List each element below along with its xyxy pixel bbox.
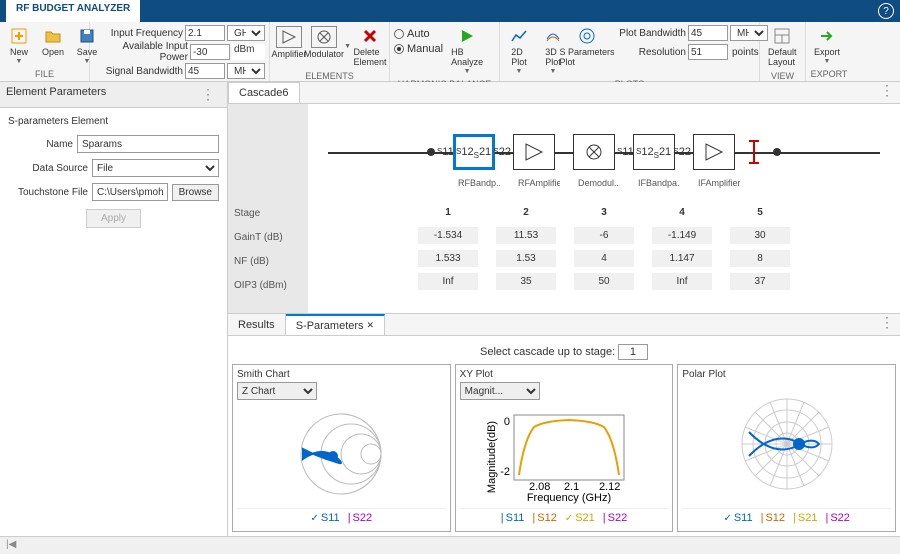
legend-xy-s12[interactable]: |S12 — [532, 512, 556, 524]
node-ifamplifier[interactable] — [693, 134, 735, 170]
file-group-label: FILE — [4, 67, 85, 79]
chain-terminator — [753, 140, 755, 164]
modulator-button[interactable]: Modulator — [308, 24, 340, 61]
node-demodulator[interactable] — [573, 134, 615, 170]
element-parameters-panel: Element Parameters⋮ S-parameters Element… — [0, 82, 228, 536]
node-rfamplifier[interactable] — [513, 134, 555, 170]
sparam-plot-button[interactable]: S Parameters Plot — [572, 24, 602, 69]
titlebar: RF BUDGET ANALYZER ? — [0, 0, 900, 22]
app-title-tab: RF BUDGET ANALYZER — [6, 0, 140, 22]
help-icon[interactable]: ? — [878, 3, 894, 19]
xy-plot-panel: XY Plot Magnit... Magnitude(dB) 0 -2 2.0… — [455, 364, 674, 532]
input-power-field[interactable] — [190, 44, 230, 60]
smith-chart-panel: Smith Chart Z Chart ✓S11|S22 — [232, 364, 451, 532]
touchstone-file-field[interactable] — [92, 183, 168, 201]
cascade-stage-input[interactable] — [618, 344, 648, 360]
svg-text:0: 0 — [504, 416, 510, 428]
legend-polar-s11[interactable]: ✓S11 — [723, 512, 752, 524]
node-rfbandpass[interactable]: S11 S12S21 S22 — [453, 134, 495, 170]
resolution-field[interactable] — [688, 44, 728, 60]
freq-unit-select[interactable]: GHz — [227, 25, 265, 41]
close-icon[interactable]: ✕ — [367, 320, 375, 331]
new-button[interactable]: New▼ — [4, 24, 34, 67]
legend-s22[interactable]: |S22 — [348, 512, 372, 524]
manual-radio[interactable]: Manual — [394, 43, 443, 55]
toolstrip: New▼ Open Save▼ FILE Input FrequencyGHz … — [0, 22, 900, 82]
panel-title: Element Parameters — [6, 86, 106, 103]
chain-end — [773, 148, 781, 156]
data-source-select[interactable]: File — [92, 159, 219, 177]
chain-start — [427, 148, 435, 156]
smith-type-select[interactable]: Z Chart — [237, 382, 317, 400]
bw-unit-select[interactable]: MHz — [227, 63, 265, 79]
legend-xy-s21[interactable]: ✓S21 — [565, 512, 595, 524]
legend-xy-s22[interactable]: |S22 — [603, 512, 627, 524]
legend-polar-s12[interactable]: |S12 — [761, 512, 785, 524]
smith-chart[interactable] — [281, 404, 401, 504]
hb-analyze-button[interactable]: HB Analyze▼ — [447, 24, 487, 77]
input-frequency-field[interactable] — [185, 25, 225, 41]
polar-plot-panel: Polar Plot ✓S11 |S12 |S21 |S — [677, 364, 896, 532]
name-field[interactable] — [77, 135, 219, 153]
delete-element-button[interactable]: Delete Element — [355, 24, 385, 69]
svg-text:Magnitude(dB): Magnitude(dB) — [486, 420, 498, 492]
browse-button[interactable]: Browse — [172, 184, 219, 201]
node-ifbandpass[interactable]: S11 S12S21 S22 — [633, 134, 675, 170]
legend-s11[interactable]: ✓S11 — [311, 512, 340, 524]
svg-text:-2: -2 — [500, 466, 510, 478]
legend-polar-s21[interactable]: |S21 — [793, 512, 817, 524]
cascade-menu-icon[interactable]: ⋮ — [874, 82, 900, 103]
auto-radio[interactable]: Auto — [394, 28, 443, 40]
amplifier-button[interactable]: Amplifier — [274, 24, 304, 61]
legend-polar-s22[interactable]: |S22 — [825, 512, 849, 524]
xy-type-select[interactable]: Magnit... — [460, 382, 540, 400]
statusbar: |◀ — [0, 536, 900, 554]
xy-chart[interactable]: Magnitude(dB) 0 -2 2.08 2.1 2.12 Frequen… — [489, 407, 639, 502]
svg-text:Frequency (GHz): Frequency (GHz) — [527, 492, 611, 504]
tab-cascade[interactable]: Cascade6 — [228, 82, 300, 103]
legend-xy-s11[interactable]: |S11 — [501, 512, 525, 524]
open-button[interactable]: Open — [38, 24, 68, 59]
plot-bandwidth-field[interactable] — [688, 25, 728, 41]
plot-2d-button[interactable]: 2D Plot▼ — [504, 24, 534, 77]
signal-bandwidth-field[interactable] — [185, 63, 225, 79]
panel-menu-icon[interactable]: ⋮ — [195, 86, 221, 103]
stage-data-grid: 12345 -1.53411.53-6-1.14930 1.5331.5341.… — [318, 204, 890, 290]
default-layout-button[interactable]: Default Layout — [764, 24, 801, 69]
tab-results[interactable]: Results — [228, 314, 286, 335]
cascade-chain: S11 S12S21 S22 S11 S12S21 S22 — [318, 134, 890, 170]
results-menu-icon[interactable]: ⋮ — [874, 314, 900, 335]
polar-chart[interactable] — [717, 389, 857, 499]
stage-labels: Stage GainT (dB) NF (dB) OIP3 (dBm) — [228, 104, 308, 313]
tab-sparameters[interactable]: S-Parameters✕ — [286, 314, 385, 335]
apply-button[interactable]: Apply — [86, 209, 141, 228]
export-button[interactable]: Export▼ — [810, 24, 844, 67]
